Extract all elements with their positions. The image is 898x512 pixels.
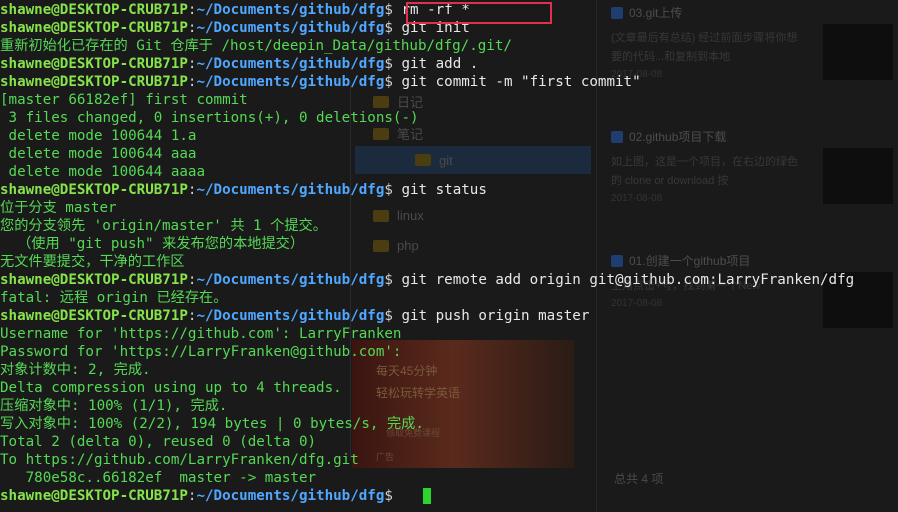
command-line: shawne@DESKTOP-CRUB71P:~/Documents/githu… (0, 19, 470, 37)
prompt-dollar: $ (384, 182, 393, 198)
command-line: shawne@DESKTOP-CRUB71P:~/Documents/githu… (0, 181, 487, 199)
output-line: 写入对象中: 100% (2/2), 194 bytes | 0 bytes/s… (0, 416, 424, 432)
prompt-user-host: shawne@DESKTOP-CRUB71P (0, 2, 188, 18)
prompt-user-host: shawne@DESKTOP-CRUB71P (0, 182, 188, 198)
output-line: To https://github.com/LarryFranken/dfg.g… (0, 452, 359, 468)
prompt-user-host: shawne@DESKTOP-CRUB71P (0, 74, 188, 90)
output-line: 压缩对象中: 100% (1/1), 完成. (0, 398, 228, 414)
output-line: 无文件要提交，干净的工作区 (0, 254, 185, 270)
prompt-path: ~/Documents/github/dfg (196, 20, 385, 36)
terminal-window[interactable]: shawne@DESKTOP-CRUB71P:~/Documents/githu… (0, 0, 898, 512)
prompt-path: ~/Documents/github/dfg (196, 272, 385, 288)
output-line: 位于分支 master (0, 200, 117, 216)
command-text: git remote add origin git@github.com:Lar… (392, 272, 855, 288)
prompt-path: ~/Documents/github/dfg (196, 74, 385, 90)
prompt-dollar: $ (384, 74, 393, 90)
output-line: Delta compression using up to 4 threads. (0, 380, 342, 396)
prompt-dollar: $ (384, 20, 393, 36)
command-line: shawne@DESKTOP-CRUB71P:~/Documents/githu… (0, 73, 641, 91)
command-line: shawne@DESKTOP-CRUB71P:~/Documents/githu… (0, 1, 470, 19)
prompt-dollar: $ (384, 2, 393, 18)
command-text: git commit -m "first commit" (392, 74, 641, 90)
output-line: 780e58c..66182ef master -> master (0, 470, 317, 486)
command-line: shawne@DESKTOP-CRUB71P:~/Documents/githu… (0, 307, 589, 325)
output-line: Password for 'https://LarryFranken@githu… (0, 344, 402, 360)
prompt-path: ~/Documents/github/dfg (196, 488, 385, 504)
prompt-dollar: $ (384, 56, 393, 72)
highlight-box (406, 2, 552, 24)
output-line: Total 2 (delta 0), reused 0 (delta 0) (0, 434, 317, 450)
output-line: 您的分支领先 'origin/master' 共 1 个提交。 (0, 218, 327, 234)
output-line: delete mode 100644 aaaa (0, 164, 205, 180)
prompt-dollar: $ (384, 488, 393, 504)
output-line: 重新初始化已存在的 Git 仓库于 /host/deepin_Data/gith… (0, 38, 512, 54)
prompt-path: ~/Documents/github/dfg (196, 182, 385, 198)
output-line: delete mode 100644 aaa (0, 146, 197, 162)
prompt-path: ~/Documents/github/dfg (196, 56, 385, 72)
prompt-user-host: shawne@DESKTOP-CRUB71P (0, 488, 188, 504)
output-line: Username for 'https://github.com': Larry… (0, 326, 402, 342)
prompt-dollar: $ (384, 272, 393, 288)
prompt-dollar: $ (384, 308, 393, 324)
output-line: 对象计数中: 2, 完成. (0, 362, 151, 378)
command-text: git status (392, 182, 487, 198)
prompt-path: ~/Documents/github/dfg (196, 308, 385, 324)
command-line: shawne@DESKTOP-CRUB71P:~/Documents/githu… (0, 487, 393, 505)
terminal-cursor (423, 488, 431, 504)
prompt-user-host: shawne@DESKTOP-CRUB71P (0, 20, 188, 36)
command-line: shawne@DESKTOP-CRUB71P:~/Documents/githu… (0, 55, 478, 73)
output-line: [master 66182ef] first commit (0, 92, 248, 108)
output-line: （使用 "git push" 来发布您的本地提交） (0, 236, 305, 252)
prompt-user-host: shawne@DESKTOP-CRUB71P (0, 308, 188, 324)
command-text: git push origin master (392, 308, 590, 324)
prompt-path: ~/Documents/github/dfg (196, 2, 385, 18)
command-text: git add . (392, 56, 479, 72)
output-line: 3 files changed, 0 insertions(+), 0 dele… (0, 110, 419, 126)
output-line: delete mode 100644 1.a (0, 128, 197, 144)
prompt-user-host: shawne@DESKTOP-CRUB71P (0, 56, 188, 72)
command-line: shawne@DESKTOP-CRUB71P:~/Documents/githu… (0, 271, 854, 289)
output-line: fatal: 远程 origin 已经存在。 (0, 290, 228, 306)
prompt-user-host: shawne@DESKTOP-CRUB71P (0, 272, 188, 288)
